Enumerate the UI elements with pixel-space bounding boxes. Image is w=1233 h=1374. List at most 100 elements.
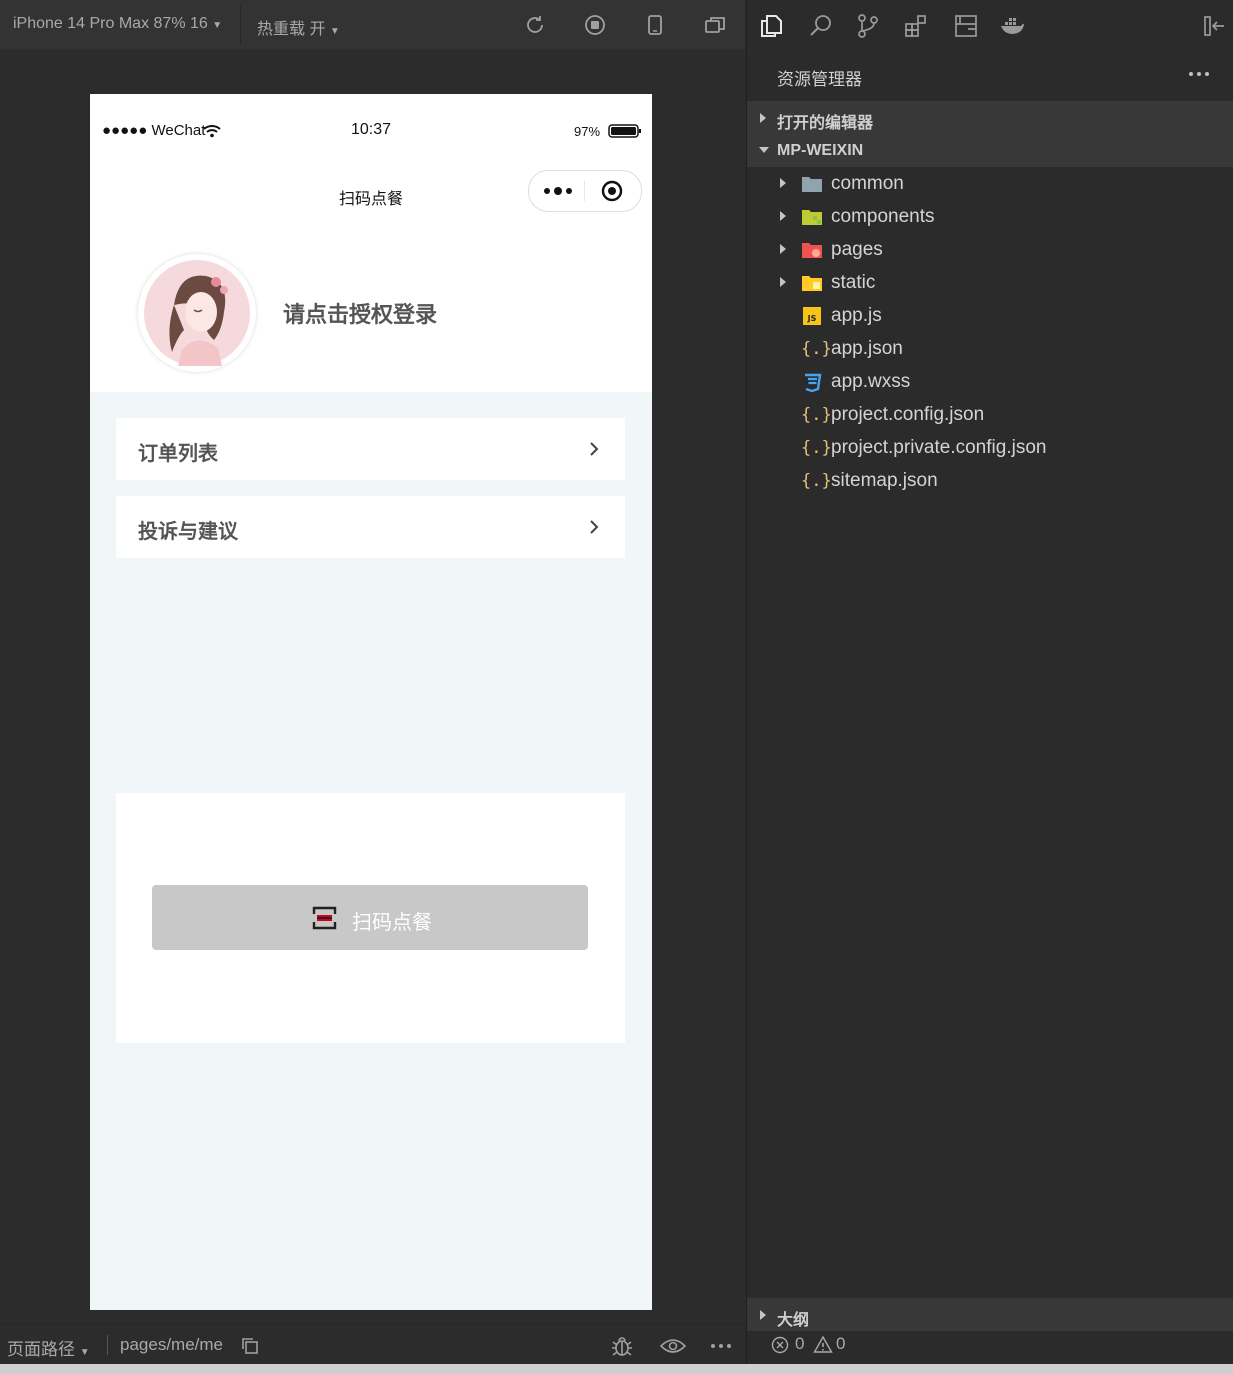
hot-reload-label: 热重载 开 — [257, 21, 326, 38]
tree-item-static[interactable]: static — [747, 266, 1233, 299]
wifi-icon — [203, 125, 221, 138]
warning-icon — [813, 1335, 833, 1353]
menu-item-label: 投诉与建议 — [138, 521, 238, 543]
explorer-panel: 资源管理器 打开的编辑器 MP-WEIXIN common components — [746, 0, 1233, 1364]
menu-item-label: 订单列表 — [138, 443, 218, 465]
explorer-header: 资源管理器 — [747, 52, 1233, 100]
section-label: 大纲 — [777, 1312, 810, 1329]
tree-item-label: app.json — [831, 338, 903, 359]
more-icon[interactable] — [710, 1343, 732, 1349]
debug-icon[interactable] — [610, 1334, 634, 1358]
toolbar-divider — [240, 6, 241, 44]
css-file-icon — [805, 373, 822, 392]
activity-bar — [747, 0, 1233, 52]
tree-item-label: pages — [831, 239, 883, 260]
collapse-panel-icon[interactable] — [1202, 13, 1228, 39]
refresh-icon[interactable] — [524, 14, 546, 36]
section-label: MP-WEIXIN — [777, 142, 864, 159]
storage-icon[interactable] — [953, 13, 979, 39]
carrier-text: ●●●●● WeChat — [102, 122, 206, 139]
tree-item-label: components — [831, 206, 935, 227]
caret-right-icon — [780, 244, 786, 254]
scan-card: 扫码点餐 — [116, 793, 625, 1043]
phone-screen: ●●●●● WeChat 10:37 97% 扫码点餐 请点击授权登录 订单列表… — [90, 94, 652, 1310]
close-target-icon[interactable] — [601, 180, 623, 202]
tree-item-label: project.private.config.json — [831, 437, 1047, 458]
explorer-title: 资源管理器 — [777, 70, 862, 89]
tree-item-label: app.js — [831, 305, 882, 326]
simulator-toolbar: iPhone 14 Pro Max 87% 16 ▼ 热重载 开 ▼ — [0, 0, 745, 51]
page-path-label: 页面路径 — [7, 1340, 75, 1359]
phone-icon[interactable] — [644, 14, 666, 36]
profile-section: 请点击授权登录 — [90, 222, 652, 392]
docker-icon[interactable] — [999, 13, 1025, 39]
capsule-divider — [584, 181, 585, 201]
login-prompt[interactable]: 请点击授权登录 — [283, 297, 437, 329]
chevron-down-icon: ▼ — [79, 1347, 90, 1358]
avatar[interactable] — [138, 254, 256, 372]
caret-down-icon — [759, 147, 769, 153]
menu-item-feedback[interactable]: 投诉与建议 — [116, 496, 625, 558]
battery-icon — [608, 124, 641, 138]
tree-item-common[interactable]: common — [747, 167, 1233, 200]
caret-right-icon — [760, 1310, 766, 1320]
extensions-icon[interactable] — [903, 13, 929, 39]
tree-item-project-config[interactable]: {.} project.config.json — [747, 398, 1233, 431]
caret-right-icon — [760, 113, 766, 123]
search-icon[interactable] — [808, 13, 834, 39]
tree-item-label: common — [831, 173, 904, 194]
tree-item-label: project.config.json — [831, 404, 985, 425]
window-bottom-edge — [0, 1364, 1233, 1374]
json-file-icon: {.} — [801, 438, 832, 458]
chevron-right-icon — [590, 520, 599, 534]
tree-item-sitemap[interactable]: {.} sitemap.json — [747, 464, 1233, 497]
nav-bar: 扫码点餐 — [90, 164, 652, 222]
status-time: 10:37 — [351, 121, 392, 138]
stop-icon[interactable] — [584, 14, 606, 36]
scan-order-button[interactable]: 扫码点餐 — [152, 885, 588, 950]
copy-icon[interactable] — [241, 1337, 259, 1355]
scan-icon — [312, 906, 337, 930]
json-file-icon: {.} — [801, 339, 832, 359]
page-path-value: pages/me/me — [120, 1335, 223, 1354]
battery-percent: 97% — [574, 124, 601, 139]
section-open-editors[interactable]: 打开的编辑器 — [747, 101, 1233, 134]
tree-item-label: app.wxss — [831, 371, 911, 392]
components-folder-icon — [802, 210, 822, 225]
caret-right-icon — [780, 178, 786, 188]
caret-right-icon — [780, 277, 786, 287]
files-icon[interactable] — [758, 13, 784, 39]
eye-icon[interactable] — [660, 1337, 686, 1355]
tree-item-label: static — [831, 272, 876, 293]
more-actions-icon[interactable] — [1188, 71, 1210, 77]
tree-item-app-wxss[interactable]: app.wxss — [747, 365, 1233, 398]
device-label: iPhone 14 Pro Max 87% 16 — [13, 15, 208, 32]
device-selector[interactable]: iPhone 14 Pro Max 87% 16 ▼ — [13, 15, 222, 33]
tree-item-pages[interactable]: pages — [747, 233, 1233, 266]
scan-button-label: 扫码点餐 — [352, 912, 432, 934]
folder-icon — [802, 177, 822, 192]
error-icon — [771, 1336, 789, 1354]
more-dots-icon[interactable] — [543, 186, 573, 196]
page-path-selector[interactable]: 页面路径 ▼ — [7, 1335, 90, 1360]
section-label: 打开的编辑器 — [777, 115, 874, 132]
tree-item-components[interactable]: components — [747, 200, 1233, 233]
chevron-down-icon: ▼ — [329, 26, 340, 37]
source-control-icon[interactable] — [855, 13, 881, 39]
simulator-bottom-bar: 页面路径 ▼ pages/me/me — [0, 1324, 745, 1365]
svg-text:JS: JS — [807, 314, 817, 323]
section-project[interactable]: MP-WEIXIN — [747, 134, 1233, 167]
tree-item-app-json[interactable]: {.} app.json — [747, 332, 1233, 365]
tree-item-label: sitemap.json — [831, 470, 938, 491]
avatar-illustration — [144, 260, 250, 366]
hot-reload-selector[interactable]: 热重载 开 ▼ — [257, 15, 340, 39]
menu-item-order-list[interactable]: 订单列表 — [116, 418, 625, 480]
pages-folder-icon — [802, 243, 822, 258]
new-window-icon[interactable] — [704, 14, 726, 36]
chevron-right-icon — [590, 442, 599, 456]
section-outline[interactable]: 大纲 — [747, 1298, 1233, 1331]
tree-item-app-js[interactable]: JS app.js — [747, 299, 1233, 332]
warning-count: 0 — [836, 1334, 846, 1353]
json-file-icon: {.} — [801, 405, 832, 425]
tree-item-project-private-config[interactable]: {.} project.private.config.json — [747, 431, 1233, 464]
